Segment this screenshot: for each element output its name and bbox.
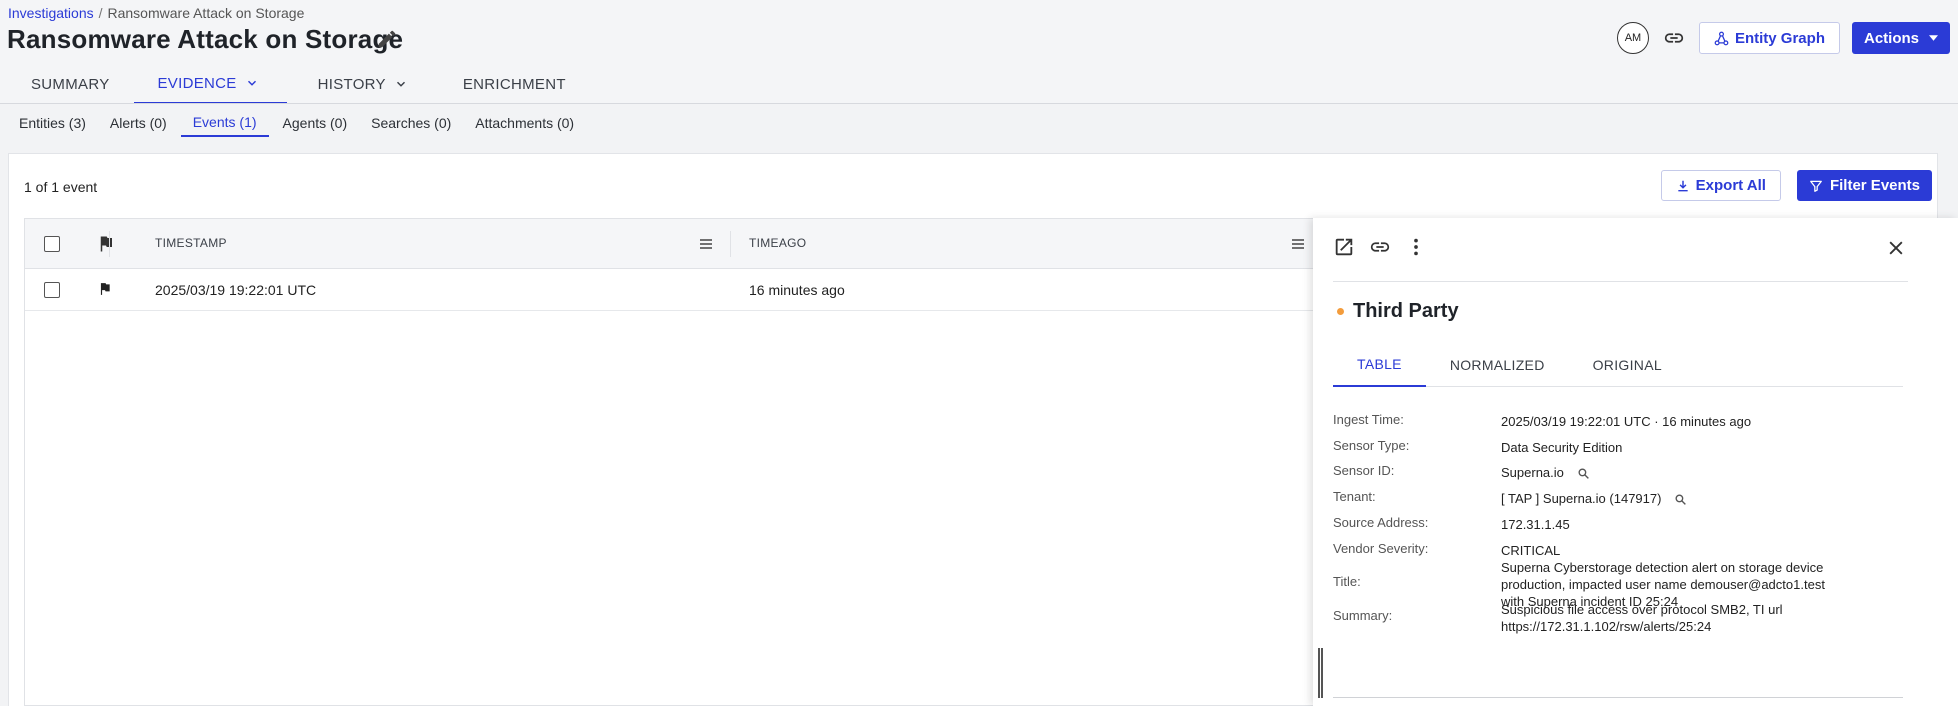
- subtab-agents[interactable]: Agents (0): [271, 108, 360, 137]
- chevron-down-icon: [247, 80, 256, 86]
- tabs-divider: [0, 103, 1958, 104]
- download-icon: [1678, 180, 1688, 191]
- column-separator: [730, 231, 731, 257]
- chevron-down-icon: [396, 81, 405, 87]
- link-icon[interactable]: [1369, 236, 1391, 263]
- filter-events-button[interactable]: Filter Events: [1796, 170, 1932, 201]
- column-header-timestamp[interactable]: TIMESTAMP: [155, 236, 227, 250]
- field-key-source-address: Source Address:: [1333, 515, 1429, 530]
- flag-icon[interactable]: [97, 234, 115, 259]
- caret-down-icon: [1929, 35, 1938, 41]
- cell-timestamp: 2025/03/19 19:22:01 UTC: [155, 282, 317, 298]
- graph-icon: [1714, 31, 1729, 45]
- breadcrumb-investigations-link[interactable]: Investigations: [8, 5, 94, 21]
- filter-icon: [1810, 180, 1822, 192]
- export-all-label: Export All: [1695, 177, 1766, 194]
- link-icon[interactable]: [1661, 25, 1687, 51]
- tab-summary[interactable]: SUMMARY: [0, 64, 134, 104]
- field-key-title: Title:: [1333, 574, 1361, 589]
- field-value-tenant: [ TAP ] Superna.io (147917): [1501, 491, 1662, 506]
- column-separator: [109, 231, 110, 257]
- tab-enrichment-label: ENRICHMENT: [462, 75, 566, 93]
- tab-evidence-label: EVIDENCE: [157, 74, 237, 92]
- column-header-timeago[interactable]: TIMEAGO: [749, 236, 806, 250]
- search-icon[interactable]: [1674, 493, 1687, 506]
- tab-normalized[interactable]: NORMALIZED: [1426, 342, 1569, 387]
- header-actions: AM Entity Graph Actions: [1616, 22, 1950, 54]
- subtab-alerts[interactable]: Alerts (0): [98, 108, 179, 137]
- event-count: 1 of 1 event: [24, 179, 98, 195]
- subtab-events[interactable]: Events (1): [180, 108, 269, 137]
- breadcrumb-separator: /: [98, 5, 103, 21]
- filter-events-label: Filter Events: [1829, 177, 1920, 194]
- entity-graph-button[interactable]: Entity Graph: [1698, 22, 1840, 54]
- table-row[interactable]: 2025/03/19 19:22:01 UTC 16 minutes ago: [25, 269, 1314, 311]
- field-key-tenant: Tenant:: [1333, 489, 1376, 504]
- panel-divider: [1333, 281, 1908, 282]
- select-all-checkbox[interactable]: [44, 236, 60, 252]
- events-table: TIMESTAMP TIMEAGO 2025/03/19 19:22:01 UT…: [24, 218, 1314, 706]
- panel-bottom-divider: [1333, 697, 1903, 698]
- subtab-entities[interactable]: Entities (3): [7, 108, 98, 137]
- field-value-sensor-id-row: Superna.io: [1501, 464, 1901, 481]
- detail-toolbar: [1333, 236, 1427, 263]
- field-value-summary: Suspicious file access over protocol SMB…: [1501, 602, 1783, 634]
- field-value-vendor-severity: CRITICAL: [1501, 543, 1561, 558]
- events-actions: Export All Filter Events: [1660, 170, 1932, 201]
- cell-timeago: 16 minutes ago: [749, 282, 845, 298]
- field-key-vendor-severity: Vendor Severity:: [1333, 541, 1429, 556]
- main-tabs: SUMMARY EVIDENCE HISTORY ENRICHMENT: [0, 64, 590, 104]
- row-checkbox[interactable]: [44, 282, 60, 298]
- status-dot: [1337, 308, 1344, 315]
- actions-button[interactable]: Actions: [1851, 22, 1950, 54]
- column-menu-icon[interactable]: [1292, 237, 1304, 249]
- page-title: Ransomware Attack on Storage: [7, 24, 404, 54]
- field-key-sensor-type: Sensor Type:: [1333, 438, 1410, 453]
- subtab-attachments[interactable]: Attachments (0): [463, 108, 586, 137]
- column-menu-icon[interactable]: [700, 237, 712, 249]
- field-key-sensor-id: Sensor ID:: [1333, 463, 1395, 478]
- panel-resize-handle[interactable]: [1318, 648, 1323, 698]
- field-value-source-address: 172.31.1.45: [1501, 517, 1570, 532]
- field-value-ingest-time: 2025/03/19 19:22:01 UTC · 16 minutes ago: [1501, 414, 1752, 429]
- field-value-tenant-row: [ TAP ] Superna.io (147917): [1501, 490, 1901, 507]
- tab-table[interactable]: TABLE: [1333, 342, 1426, 387]
- tab-evidence[interactable]: EVIDENCE: [133, 64, 287, 104]
- field-value-sensor-id: Superna.io: [1501, 465, 1564, 480]
- tab-history[interactable]: HISTORY: [287, 64, 432, 104]
- avatar[interactable]: AM: [1616, 22, 1649, 54]
- field-key-summary: Summary:: [1333, 608, 1393, 623]
- detail-title-row: Third Party: [1337, 300, 1459, 323]
- pencil-icon[interactable]: [376, 28, 398, 50]
- tab-enrichment[interactable]: ENRICHMENT: [432, 64, 590, 104]
- detail-tabs: TABLE NORMALIZED ORIGINAL: [1333, 342, 1903, 387]
- tab-original[interactable]: ORIGINAL: [1569, 342, 1686, 387]
- search-icon[interactable]: [1577, 467, 1590, 480]
- breadcrumb-current: Ransomware Attack on Storage: [107, 5, 305, 21]
- close-icon[interactable]: [1886, 238, 1908, 260]
- subtab-searches[interactable]: Searches (0): [359, 108, 463, 137]
- event-detail-panel: Third Party TABLE NORMALIZED ORIGINAL In…: [1313, 218, 1958, 706]
- detail-title: Third Party: [1353, 300, 1459, 322]
- field-key-ingest-time: Ingest Time:: [1333, 412, 1404, 427]
- tab-summary-label: SUMMARY: [31, 75, 110, 93]
- tab-history-label: HISTORY: [317, 75, 386, 93]
- actions-label: Actions: [1863, 29, 1919, 47]
- entity-graph-label: Entity Graph: [1734, 29, 1825, 47]
- table-header: TIMESTAMP TIMEAGO: [25, 219, 1314, 269]
- export-all-button[interactable]: Export All: [1660, 170, 1781, 201]
- field-value-sensor-type: Data Security Edition: [1501, 440, 1623, 455]
- more-vertical-icon[interactable]: [1405, 236, 1427, 263]
- flag-icon[interactable]: [98, 281, 112, 302]
- breadcrumb: Investigations / Ransomware Attack on Stor…: [8, 5, 304, 21]
- open-external-icon[interactable]: [1333, 236, 1355, 263]
- evidence-sub-tabs: Entities (3) Alerts (0) Events (1) Agent…: [7, 108, 586, 137]
